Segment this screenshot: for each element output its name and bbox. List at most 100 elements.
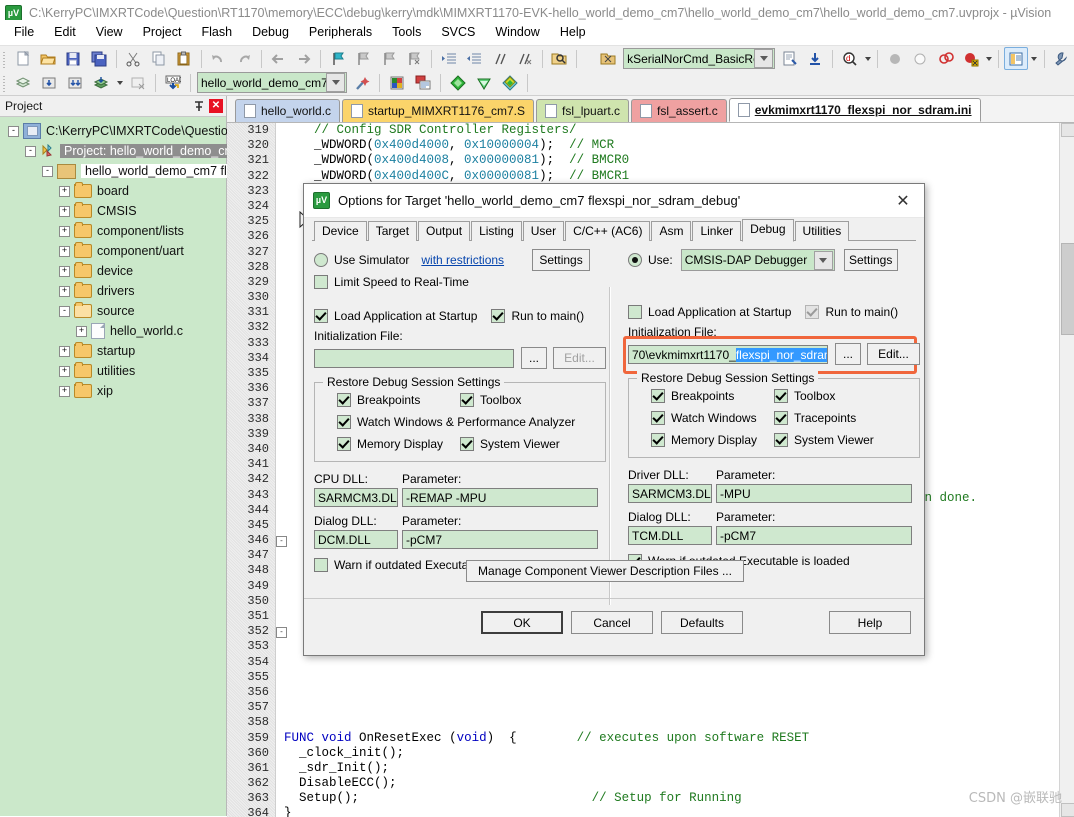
start-debug-session-icon[interactable]: d: [838, 47, 861, 70]
tree-item-hello-world-demo-cm7-fle[interactable]: -hello_world_demo_cm7 fle: [2, 161, 226, 181]
right-watch-windows-checkbox[interactable]: [651, 411, 665, 425]
close-icon[interactable]: ✕: [882, 185, 924, 217]
menu-svcs[interactable]: SVCS: [431, 22, 485, 42]
chevron-down-icon[interactable]: [1029, 48, 1040, 69]
undo-icon[interactable]: [207, 47, 230, 70]
right-toolbox-row[interactable]: Toolbox: [774, 385, 911, 407]
bookmark-toggle-icon[interactable]: [326, 47, 349, 70]
expand-icon[interactable]: +: [59, 186, 70, 197]
left-browse-button[interactable]: ...: [521, 347, 547, 369]
right-memory-display-row[interactable]: Memory Display: [637, 429, 774, 451]
forward-icon[interactable]: [292, 47, 315, 70]
expand-icon[interactable]: +: [59, 346, 70, 357]
tree-item-device[interactable]: +device: [2, 261, 226, 281]
paste-icon[interactable]: [172, 47, 195, 70]
left-system-viewer-checkbox[interactable]: [460, 437, 474, 451]
tree-item-cmsis[interactable]: +CMSIS: [2, 201, 226, 221]
command-combo[interactable]: kSerialNorCmd_BasicRea: [623, 48, 775, 69]
pin-icon[interactable]: [192, 99, 206, 113]
left-cpu-parameter-input[interactable]: -REMAP -MPU: [402, 488, 598, 507]
tree-item-hello-world-c[interactable]: +hello_world.c: [2, 321, 226, 341]
collapse-icon[interactable]: -: [25, 146, 36, 157]
copy-icon[interactable]: [147, 47, 170, 70]
chevron-down-icon[interactable]: [754, 49, 773, 68]
scroll-down-arrow-icon[interactable]: [1061, 803, 1074, 817]
magic-wand-icon[interactable]: [350, 71, 374, 94]
left-system-viewer-row[interactable]: System Viewer: [460, 433, 597, 455]
dialog-tab-listing[interactable]: Listing: [471, 221, 522, 241]
uncomment-icon[interactable]: [513, 47, 536, 70]
right-watch-windows-row[interactable]: Watch Windows: [637, 407, 774, 429]
save-icon[interactable]: [62, 47, 85, 70]
outdent-icon[interactable]: [462, 47, 485, 70]
download-to-flash-icon[interactable]: [803, 47, 826, 70]
left-breakpoints-checkbox[interactable]: [337, 393, 351, 407]
bookmark-prev-icon[interactable]: [352, 47, 375, 70]
expand-icon[interactable]: +: [76, 326, 87, 337]
scroll-up-arrow-icon[interactable]: [1061, 123, 1074, 137]
dialog-tab-device[interactable]: Device: [314, 221, 367, 241]
multi-project-icon[interactable]: [411, 71, 435, 94]
manage-project-items-icon[interactable]: [385, 71, 409, 94]
left-toolbox-row[interactable]: Toolbox: [460, 389, 597, 411]
rebuild-all-icon[interactable]: [63, 71, 87, 94]
cut-icon[interactable]: [121, 47, 144, 70]
configure-flash-tools-icon[interactable]: [778, 47, 801, 70]
open-file-icon[interactable]: [36, 47, 59, 70]
dialog-tab-linker[interactable]: Linker: [692, 221, 741, 241]
vertical-scrollbar[interactable]: [1059, 123, 1074, 817]
left-memory-display-row[interactable]: Memory Display: [323, 433, 460, 455]
right-load-application-checkbox[interactable]: [628, 305, 642, 319]
target-combo[interactable]: hello_world_demo_cm7 f: [197, 72, 347, 93]
new-file-icon[interactable]: [11, 47, 34, 70]
build-target-icon[interactable]: [37, 71, 61, 94]
chevron-down-icon[interactable]: [114, 72, 125, 93]
select-software-packs-icon[interactable]: [498, 71, 522, 94]
simulator-settings-button[interactable]: Settings: [532, 249, 590, 271]
dialog-tab-utilities[interactable]: Utilities: [795, 221, 850, 241]
editor-tab-fsl-lpuart-c[interactable]: fsl_lpuart.c: [536, 99, 629, 122]
menu-project[interactable]: Project: [133, 22, 192, 42]
right-toolbox-checkbox[interactable]: [774, 389, 788, 403]
use-simulator-radio[interactable]: [314, 253, 328, 267]
use-simulator-row[interactable]: Use Simulator with restrictions Settings: [314, 249, 606, 271]
indent-icon[interactable]: [437, 47, 460, 70]
right-run-to-main-checkbox[interactable]: [805, 305, 819, 319]
tree-item-utilities[interactable]: +utilities: [2, 361, 226, 381]
right-browse-button[interactable]: ...: [835, 343, 861, 365]
chevron-down-icon[interactable]: [326, 73, 345, 92]
tree-item-startup[interactable]: +startup: [2, 341, 226, 361]
right-dialog-dll-input[interactable]: TCM.DLL: [628, 526, 712, 545]
left-load-app-row[interactable]: Load Application at Startup Run to main(…: [314, 305, 606, 327]
right-tracepoints-checkbox[interactable]: [774, 411, 788, 425]
right-system-viewer-checkbox[interactable]: [774, 433, 788, 447]
limit-speed-checkbox[interactable]: [314, 275, 328, 289]
right-init-file-input[interactable]: 70\evkmimxrt1170_flexspi_nor_sdram.ini: [628, 345, 828, 364]
pack-installer-green-icon[interactable]: [446, 71, 470, 94]
left-toolbox-checkbox[interactable]: [460, 393, 474, 407]
expand-icon[interactable]: +: [59, 286, 70, 297]
cancel-button[interactable]: Cancel: [571, 611, 653, 634]
tree-item-board[interactable]: +board: [2, 181, 226, 201]
dialog-tab-target[interactable]: Target: [368, 221, 417, 241]
menu-flash[interactable]: Flash: [191, 22, 242, 42]
expand-icon[interactable]: +: [59, 246, 70, 257]
breakpoint-disable-icon[interactable]: [908, 47, 931, 70]
left-dialog-dll-input[interactable]: DCM.DLL: [314, 530, 398, 549]
left-watch-windows-checkbox[interactable]: [337, 415, 351, 429]
left-cpu-dll-input[interactable]: SARMCM3.DLL: [314, 488, 398, 507]
left-watch-windows-row[interactable]: Watch Windows & Performance Analyzer: [323, 411, 597, 433]
right-dialog-parameter-input[interactable]: -pCM7: [716, 526, 912, 545]
debugger-select[interactable]: CMSIS-DAP Debugger: [681, 249, 835, 271]
left-run-to-main-checkbox[interactable]: [491, 309, 505, 323]
menu-tools[interactable]: Tools: [382, 22, 431, 42]
menu-debug[interactable]: Debug: [242, 22, 299, 42]
menu-file[interactable]: File: [4, 22, 44, 42]
chevron-down-icon[interactable]: [814, 251, 833, 270]
left-dialog-parameter-input[interactable]: -pCM7: [402, 530, 598, 549]
menu-help[interactable]: Help: [550, 22, 596, 42]
right-load-app-row[interactable]: Load Application at Startup Run to main(…: [628, 301, 920, 323]
manage-component-viewer-button[interactable]: Manage Component Viewer Description File…: [466, 560, 744, 582]
tree-item-project-hello-world-demo-cm[interactable]: -Project: hello_world_demo_cm: [2, 141, 226, 161]
use-debugger-row[interactable]: Use: CMSIS-DAP Debugger Settings: [628, 249, 920, 271]
